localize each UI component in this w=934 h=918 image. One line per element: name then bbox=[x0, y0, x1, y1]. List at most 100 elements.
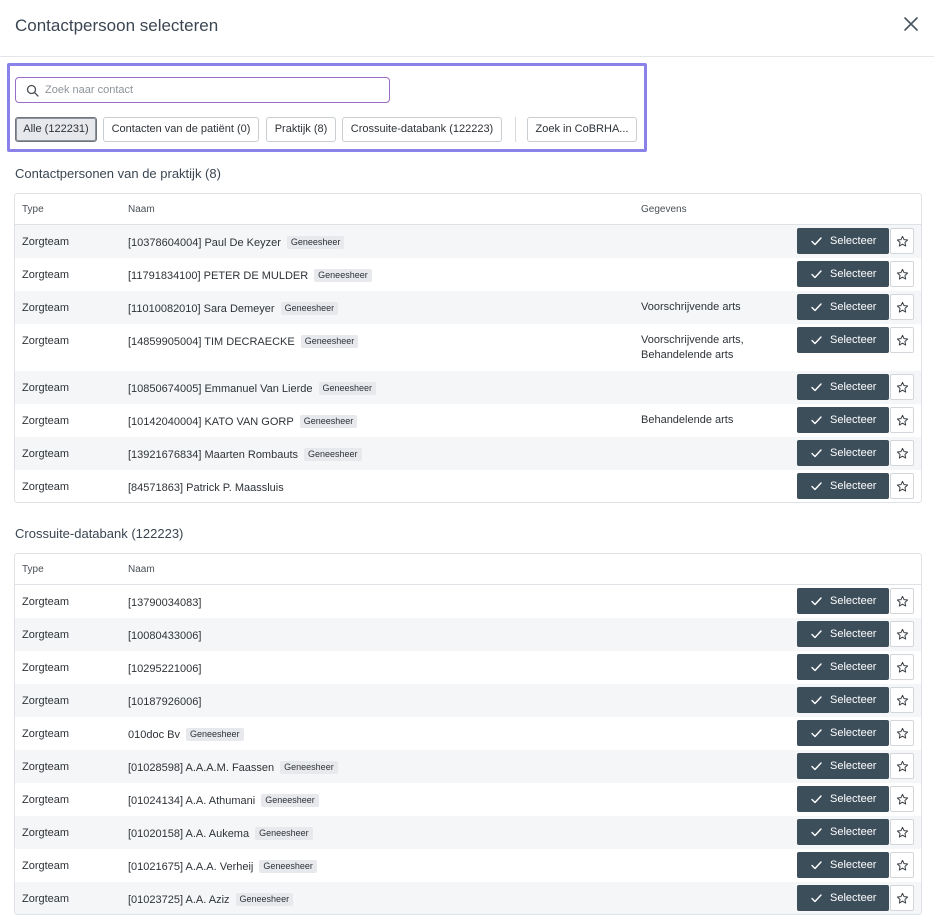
filter-divider bbox=[515, 117, 516, 142]
select-button[interactable]: Selecteer bbox=[797, 473, 889, 499]
filter-chip-crossuite[interactable]: Crossuite-databank (122223) bbox=[342, 117, 502, 142]
select-button[interactable]: Selecteer bbox=[797, 327, 889, 353]
table-row: Zorgteam [01023725] A.A. Aziz Geneesheer Se… bbox=[15, 882, 921, 914]
favorite-button[interactable] bbox=[890, 819, 914, 845]
favorite-button[interactable] bbox=[890, 327, 914, 353]
star-icon bbox=[896, 480, 909, 492]
favorite-button[interactable] bbox=[890, 885, 914, 911]
cobrha-search-button[interactable]: Zoek in CoBRHA... bbox=[527, 117, 637, 142]
favorite-button[interactable] bbox=[890, 294, 914, 320]
star-icon bbox=[896, 859, 909, 871]
table-row: Zorgteam [10295221006] Selecteer bbox=[15, 651, 921, 684]
select-button[interactable]: Selecteer bbox=[797, 621, 889, 647]
select-button[interactable]: Selecteer bbox=[797, 374, 889, 400]
row-name: [11010082010] Sara Demeyer bbox=[128, 303, 275, 315]
close-icon[interactable] bbox=[902, 15, 920, 33]
select-button[interactable]: Selecteer bbox=[797, 588, 889, 614]
select-button[interactable]: Selecteer bbox=[797, 440, 889, 466]
row-name-cell: [10850674005] Emmanuel Van Lierde Geneesh… bbox=[128, 382, 377, 397]
role-badge: Geneesheer bbox=[261, 794, 319, 807]
row-name: [01023725] A.A. Aziz bbox=[128, 894, 230, 906]
filter-chip-praktijk[interactable]: Praktijk (8) bbox=[266, 117, 336, 142]
row-type: Zorgteam bbox=[22, 893, 70, 905]
row-type: Zorgteam bbox=[22, 827, 70, 839]
row-name: [10142040004] KATO VAN GORP bbox=[128, 416, 294, 428]
row-type: Zorgteam bbox=[22, 695, 70, 707]
select-button-label: Selecteer bbox=[830, 447, 877, 459]
check-icon bbox=[811, 795, 822, 804]
table-row: Zorgteam [10187926006] Selecteer bbox=[15, 684, 921, 717]
favorite-button[interactable] bbox=[890, 654, 914, 680]
favorite-button[interactable] bbox=[890, 621, 914, 647]
row-name-cell: [01028598] A.A.A.M. Faassen Geneesheer bbox=[128, 761, 338, 776]
select-button-label: Selecteer bbox=[830, 381, 877, 393]
select-button[interactable]: Selecteer bbox=[797, 753, 889, 779]
select-button-label: Selecteer bbox=[830, 414, 877, 426]
favorite-button[interactable] bbox=[890, 261, 914, 287]
row-type: Zorgteam bbox=[22, 335, 70, 347]
row-details-line: Voorschrijvende arts, bbox=[641, 334, 744, 346]
row-details: Voorschrijvende arts bbox=[641, 300, 741, 315]
check-icon bbox=[811, 663, 822, 672]
table-row: Zorgteam [01024134] A.A. Athumani Geneeshe… bbox=[15, 783, 921, 816]
row-type: Zorgteam bbox=[22, 761, 70, 773]
select-button[interactable]: Selecteer bbox=[797, 720, 889, 746]
role-badge: Geneesheer bbox=[286, 236, 345, 249]
row-type: Zorgteam bbox=[22, 269, 70, 281]
practice-contacts-table: Type Naam Gegevens Zorgteam [10378604004]… bbox=[14, 193, 922, 503]
check-icon bbox=[811, 828, 822, 837]
table-row: Zorgteam [01028598] A.A.A.M. Faassen Genee… bbox=[15, 750, 921, 783]
search-field[interactable] bbox=[15, 77, 390, 103]
select-button[interactable]: Selecteer bbox=[797, 228, 889, 254]
search-input[interactable] bbox=[45, 82, 375, 98]
row-name: [01024134] A.A. Athumani bbox=[128, 795, 256, 807]
row-name: [13921676834] Maarten Rombauts bbox=[128, 449, 299, 461]
row-name-cell: [13921676834] Maarten Rombauts Geneesheer bbox=[128, 448, 362, 463]
select-button-label: Selecteer bbox=[830, 628, 877, 640]
column-header-type: Type bbox=[22, 204, 44, 215]
favorite-button[interactable] bbox=[890, 407, 914, 433]
filter-chip-alle[interactable]: Alle (122231) bbox=[15, 117, 97, 142]
star-icon bbox=[896, 381, 909, 393]
select-button-label: Selecteer bbox=[830, 334, 877, 346]
select-button[interactable]: Selecteer bbox=[797, 786, 889, 812]
select-button[interactable]: Selecteer bbox=[797, 261, 889, 287]
favorite-button[interactable] bbox=[890, 720, 914, 746]
favorite-button[interactable] bbox=[890, 852, 914, 878]
role-badge: Geneesheer bbox=[299, 415, 358, 428]
table-row: Zorgteam 010doc Bv Geneesheer Selecteer bbox=[15, 717, 921, 750]
crossuite-contacts-table: Type Naam Zorgteam [13790034083] Selecteer… bbox=[14, 553, 922, 915]
table-row: Zorgteam [14859905004] TIM DECRAECKE Genee… bbox=[15, 324, 921, 371]
filter-chip-patient-contacts[interactable]: Contacten van de patiënt (0) bbox=[103, 117, 259, 142]
favorite-button[interactable] bbox=[890, 228, 914, 254]
table-row: Zorgteam [10080433006] Selecteer bbox=[15, 618, 921, 651]
favorite-button[interactable] bbox=[890, 374, 914, 400]
select-button-label: Selecteer bbox=[830, 595, 877, 607]
row-name: [84571863] Patrick P. Maassluis bbox=[128, 482, 284, 494]
star-icon bbox=[896, 628, 909, 640]
select-button[interactable]: Selecteer bbox=[797, 852, 889, 878]
row-type: Zorgteam bbox=[22, 382, 70, 394]
select-button[interactable]: Selecteer bbox=[797, 654, 889, 680]
select-button[interactable]: Selecteer bbox=[797, 407, 889, 433]
select-button[interactable]: Selecteer bbox=[797, 885, 889, 911]
row-name-cell: [13790034083] bbox=[128, 596, 201, 611]
favorite-button[interactable] bbox=[890, 440, 914, 466]
row-name: 010doc Bv bbox=[128, 729, 180, 741]
select-button[interactable]: Selecteer bbox=[797, 687, 889, 713]
row-name: [13790034083] bbox=[128, 597, 202, 609]
favorite-button[interactable] bbox=[890, 588, 914, 614]
favorite-button[interactable] bbox=[890, 786, 914, 812]
favorite-button[interactable] bbox=[890, 687, 914, 713]
row-name-cell: [10080433006] bbox=[128, 629, 201, 644]
row-name-cell: [14859905004] TIM DECRAECKE Geneesheer bbox=[128, 335, 359, 350]
check-icon bbox=[811, 630, 822, 639]
row-type: Zorgteam bbox=[22, 236, 70, 248]
select-button[interactable]: Selecteer bbox=[797, 819, 889, 845]
select-button-label: Selecteer bbox=[830, 661, 877, 673]
favorite-button[interactable] bbox=[890, 473, 914, 499]
check-icon bbox=[811, 303, 822, 312]
select-button[interactable]: Selecteer bbox=[797, 294, 889, 320]
role-badge: Geneesheer bbox=[255, 827, 313, 840]
favorite-button[interactable] bbox=[890, 753, 914, 779]
